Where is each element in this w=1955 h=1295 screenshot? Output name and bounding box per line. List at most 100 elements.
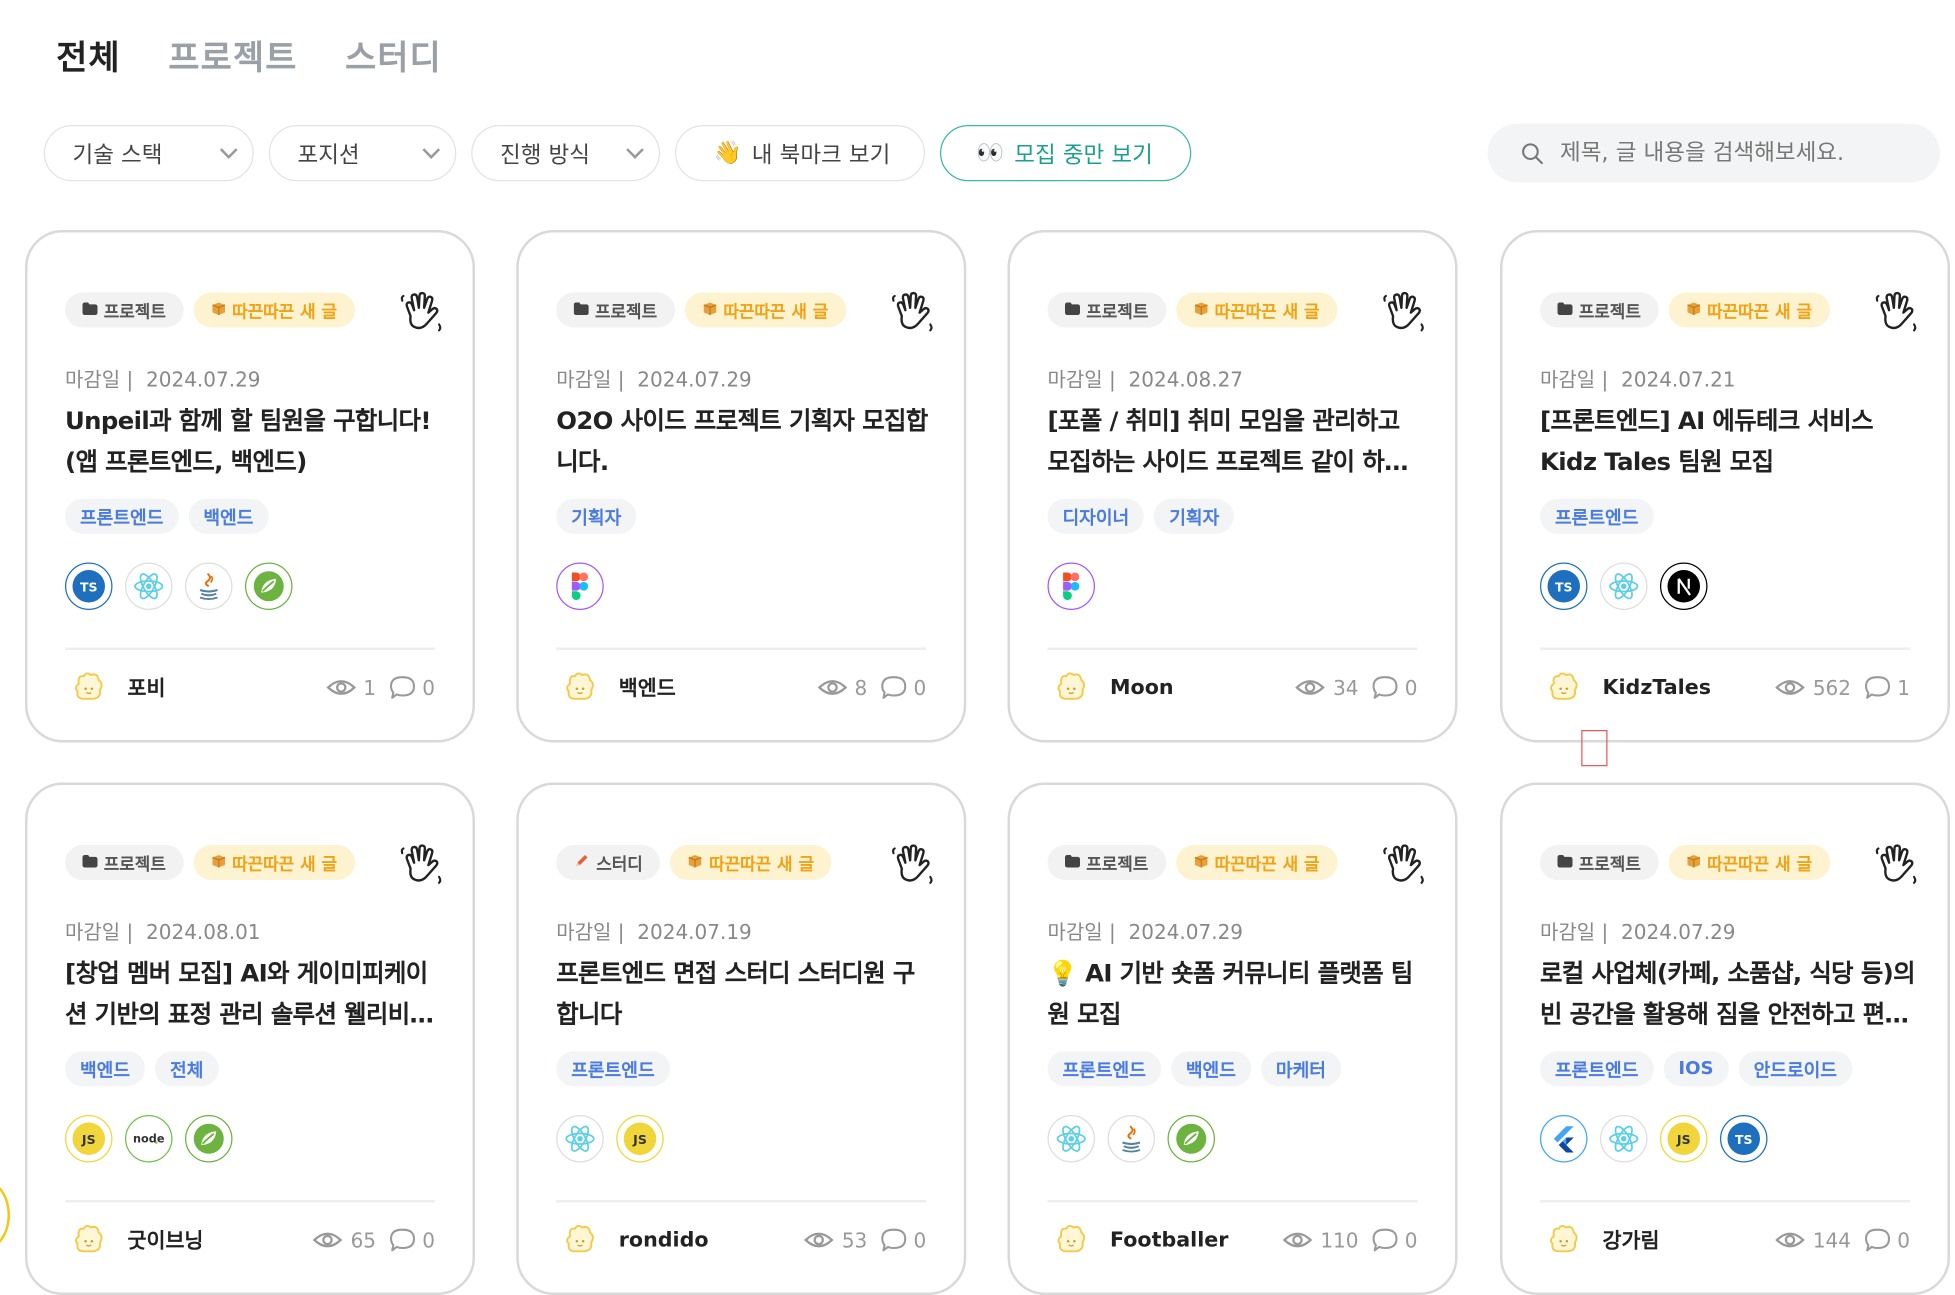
comments-icon [1372,1228,1398,1252]
author[interactable]: 굿이브닝 [71,1221,203,1256]
deadline-date: 2024.07.19 [637,920,752,944]
position-tags: 프론트엔드 백엔드 마케터 [1047,1051,1341,1087]
eyes-icon: 👀 [976,140,1005,167]
post-title[interactable]: 프론트엔드 면접 스터디 스터디원 구합니다 [556,953,931,1036]
bookmark-button[interactable] [889,290,937,338]
comments-icon [1372,676,1398,699]
author[interactable]: 백엔드 [563,669,676,704]
badge-row: 스터디 따끈따끈 새 글 [556,845,832,880]
avatar [1057,1224,1086,1253]
typescript-icon: TS [1720,1115,1768,1163]
author[interactable]: KidzTales [1546,669,1711,704]
svg-text:TS: TS [1555,579,1573,594]
filter-bar: 기술 스택 포지션 진행 방식 👋 내 북마크 보기 👀 모집 중만 보기 [43,125,1192,182]
bookmark-button[interactable] [889,843,937,891]
author-name: 포비 [127,676,166,700]
category-badge: 프로젝트 [1047,292,1166,328]
folder-icon [82,854,98,872]
new-post-badge: 따끈따끈 새 글 [1668,845,1830,880]
deadline-date: 2024.07.29 [1128,920,1244,944]
tab-project[interactable]: 프로젝트 [168,30,297,79]
category-badge: 스터디 [556,845,661,880]
author-name: 굿이브닝 [127,1228,204,1253]
post-card[interactable]: 프로젝트 따끈따끈 새 글 마감일 | 2024.07.29 Unpeil과 함께 할… [25,230,475,743]
author[interactable]: rondido [563,1221,709,1256]
position-tag: 안드로이드 [1738,1051,1852,1087]
views-icon [1775,1232,1806,1248]
comment-count: 0 [1404,1228,1418,1252]
post-title[interactable]: Unpeil과 함께 할 팀원을 구합니다! (앱 프론트엔드, 백엔드) [65,400,440,483]
my-bookmarks-button[interactable]: 👋 내 북마크 보기 [675,125,925,182]
author[interactable]: 강가림 [1546,1221,1659,1256]
deadline-label: 마감일 | [556,920,625,944]
tech-stack-icons [556,562,604,610]
comment-stat: 0 [1359,1226,1418,1254]
category-badge: 프로젝트 [1047,845,1166,880]
new-post-label: 따끈따끈 새 글 [232,302,338,323]
bookmark-button[interactable] [1873,290,1921,338]
highlight-marker [1581,730,1608,767]
bookmark-button[interactable] [1873,843,1921,891]
tab-all[interactable]: 전체 [56,30,121,79]
author[interactable]: Footballer [1054,1221,1228,1256]
post-card[interactable]: 프로젝트 따끈따끈 새 글 마감일 | 2024.07.21 [프론트엔드] AI 에… [1500,230,1950,743]
recruiting-only-toggle[interactable]: 👀 모집 중만 보기 [940,125,1192,182]
post-stats: 53 0 [804,1225,926,1255]
chevron-down-icon [219,141,238,159]
post-card[interactable]: 프로젝트 따끈따끈 새 글 마감일 | 2024.08.27 [포폴 / 취미] 취미… [1007,230,1458,743]
comments-icon [881,676,907,699]
post-card[interactable]: 스터디 따끈따끈 새 글마감일 | 2024.07.19 프론트엔드 면접 스터디 … [516,782,967,1295]
tech-stack-label: 기술 스택 [72,141,163,169]
position-tag: 백엔드 [188,498,269,534]
flutter-icon [1540,1115,1588,1163]
new-post-badge: 따끈따끈 새 글 [1175,292,1338,328]
divider [65,647,435,650]
post-title[interactable]: [포폴 / 취미] 취미 모임을 관리하고 모집하는 사이드 프로젝트 같이 하… [1048,400,1423,483]
post-card[interactable]: 프로젝트 따끈따끈 새 글 마감일 | 2024.07.29 로컬 사업체(카페, 소… [1500,782,1950,1295]
post-card[interactable]: 프로젝트 따끈따끈 새 글 마감일 | 2024.08.01 [창업 멤버 모집] A… [25,782,475,1295]
avatar [1549,1224,1578,1253]
javascript-icon: JS [1660,1115,1708,1163]
svg-text:node: node [133,1133,165,1146]
views-icon [326,680,356,695]
avatar [566,672,594,700]
bookmark-button[interactable] [1380,290,1428,338]
svg-text:JS: JS [81,1132,96,1147]
post-title[interactable]: O2O 사이드 프로젝트 기획자 모집합니다. [556,400,931,483]
tech-stack-dropdown[interactable]: 기술 스택 [43,125,254,182]
post-stats: 65 0 [313,1225,435,1255]
post-title[interactable]: [프론트엔드] AI 에듀테크 서비스 Kidz Tales 팀원 모집 [1540,400,1915,483]
tech-stack-icons: TS [1540,562,1708,610]
tab-study[interactable]: 스터디 [345,30,442,79]
position-tag: 기획자 [1154,498,1235,534]
progress-mode-dropdown[interactable]: 진행 방식 [471,125,660,182]
post-card[interactable]: 프로젝트 따끈따끈 새 글 마감일 | 2024.07.29 O2O 사이드 프로젝트… [516,230,967,743]
search-input[interactable] [1560,140,1910,167]
post-title[interactable]: 💡 AI 기반 숏폼 커뮤니티 플랫폼 팀원 모집 [1048,953,1423,1036]
my-bookmarks-label: 내 북마크 보기 [751,141,891,169]
category-label: 프로젝트 [1578,855,1641,875]
comment-count: 0 [913,675,927,700]
post-title[interactable]: [창업 멤버 모집] AI와 게이미피케이션 기반의 표정 관리 솔루션 웰리비… [65,953,440,1036]
divider [1047,1200,1418,1203]
position-tags: 프론트엔드 IOS 안드로이드 [1540,1051,1852,1087]
bookmark-button[interactable] [398,843,446,891]
badge-row: 프로젝트 따끈따끈 새 글 [1047,845,1338,880]
position-dropdown[interactable]: 포지션 [268,125,457,182]
new-post-label: 따끈따끈 새 글 [723,302,829,323]
comments-icon [1864,676,1890,699]
author[interactable]: Moon [1054,669,1174,704]
post-card[interactable]: 프로젝트 따끈따끈 새 글 마감일 | 2024.07.29 💡 AI 기반 숏폼 커… [1007,782,1458,1295]
author[interactable]: 포비 [71,669,165,704]
folder-icon [1065,301,1080,319]
views-icon [1295,680,1326,695]
position-tag: 프론트엔드 [65,498,179,534]
comments-icon [881,1228,907,1252]
tech-stack-icons: JS [556,1115,664,1163]
bookmark-button[interactable] [1380,843,1428,891]
bookmark-button[interactable] [398,290,446,338]
svg-text:TS: TS [1735,1132,1753,1147]
react-icon [1600,1115,1648,1163]
post-title[interactable]: 로컬 사업체(카페, 소품샵, 식당 등)의 빈 공간을 활용해 짐을 안전하고… [1540,953,1915,1036]
comment-count: 0 [913,1228,927,1252]
